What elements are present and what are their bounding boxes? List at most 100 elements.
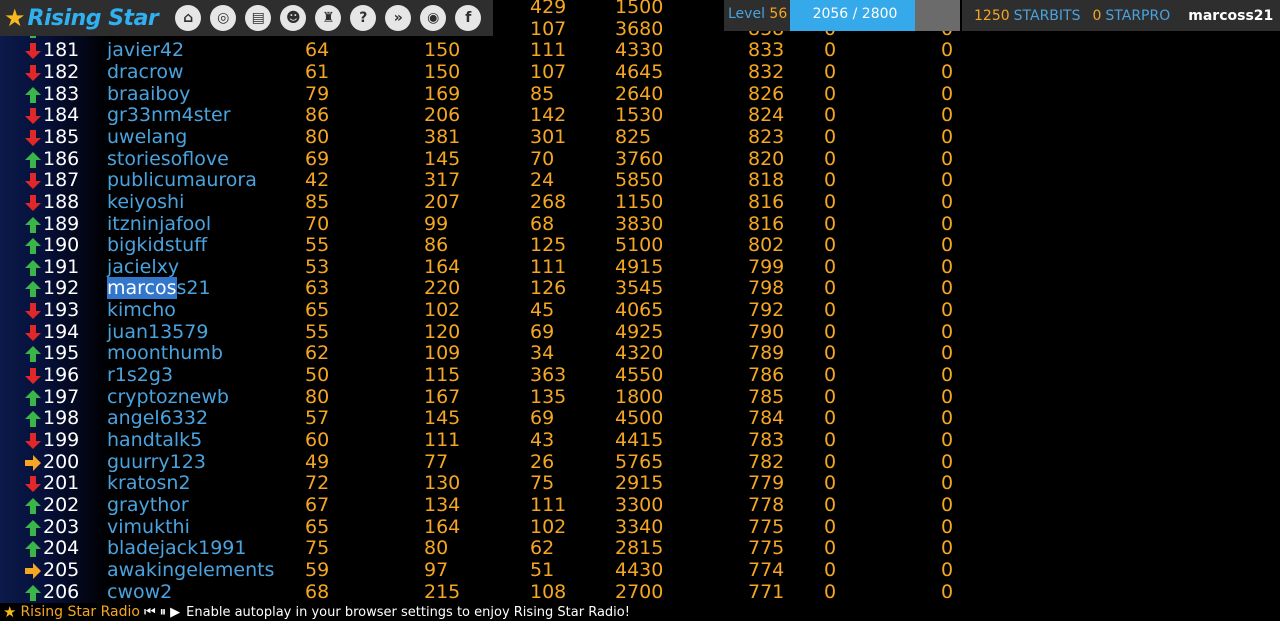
stat-c6: 0	[824, 169, 837, 192]
player-name[interactable]: juan13579	[107, 321, 208, 343]
stat-c4: 3760	[615, 147, 664, 170]
player-name[interactable]: itzninjafool	[107, 213, 211, 235]
player-name[interactable]: marcoss21	[107, 277, 211, 300]
username[interactable]: marcoss21	[1188, 8, 1273, 24]
stat-c6: 0	[824, 277, 837, 300]
stat-c6: 0	[824, 385, 837, 408]
player-name[interactable]: braaiboy	[107, 83, 190, 105]
star-logo-icon: ★	[4, 4, 26, 32]
starbits-label: STARBITS	[1013, 7, 1081, 24]
player-name[interactable]: dracrow	[107, 61, 184, 83]
stat-c7: 0	[941, 299, 954, 322]
rank-up-arrow-icon	[24, 237, 42, 255]
stat-c5: 816	[748, 212, 785, 235]
player-name[interactable]: gr33nm4ster	[107, 104, 231, 126]
player-name[interactable]: graythor	[107, 494, 189, 516]
table-row: 193 kimcho 65 102 45 4065 792 0 0	[0, 299, 1000, 321]
stat-c1: 64	[305, 39, 330, 62]
player-name[interactable]: javier42	[107, 39, 184, 61]
stat-c5: 784	[748, 407, 785, 430]
stat-c7: 0	[941, 472, 954, 495]
stat-c2: 145	[424, 407, 461, 430]
stat-c5: 833	[748, 39, 785, 62]
rank: 183	[43, 82, 80, 105]
table-row: 199 handtalk5 60 111 43 4415 783 0 0	[0, 429, 1000, 451]
player-name[interactable]: jacielxy	[107, 256, 179, 278]
stat-c2: 220	[424, 277, 461, 300]
player-name[interactable]: keiyoshi	[107, 191, 184, 213]
help-icon[interactable]: ?	[350, 5, 377, 31]
rank-up-arrow-icon	[24, 540, 42, 558]
stat-c3: 62	[530, 537, 555, 560]
top-nav: ★ Rising Star ⌂ ◎ ▤ ☻ ♜? » ◉ f	[0, 0, 493, 36]
stat-c4: 825	[615, 125, 652, 148]
rank: 205	[43, 558, 80, 581]
rank-down-arrow-icon	[24, 432, 42, 450]
stat-c4: 3340	[615, 515, 664, 538]
cards-icon[interactable]: ▤	[245, 5, 272, 31]
player-name[interactable]: guurry123	[107, 451, 206, 473]
player-name[interactable]: awakingelements	[107, 559, 274, 581]
player-name[interactable]: uwelang	[107, 126, 187, 148]
rank: 182	[43, 60, 80, 83]
player-name[interactable]: kimcho	[107, 299, 176, 321]
play-icon[interactable]: ▶	[170, 605, 180, 620]
rank-up-arrow-icon	[24, 216, 42, 234]
rank: 200	[43, 450, 80, 473]
table-row: 202 graythor 67 134 111 3300 778 0 0	[0, 494, 1000, 516]
logo[interactable]: ★ Rising Star	[4, 4, 159, 32]
stat-c5: 783	[748, 429, 785, 451]
player-name[interactable]: angel6332	[107, 407, 208, 429]
player-name[interactable]: moonthumb	[107, 342, 223, 364]
stat-c1: 67	[305, 493, 330, 516]
table-row: 190 bigkidstuff 55 86 125 5100 802 0 0	[0, 234, 1000, 256]
rank-up-arrow-icon	[24, 497, 42, 515]
stat-c4: 1530	[615, 104, 664, 127]
stat-c5: 826	[748, 82, 785, 105]
player-name[interactable]: kratosn2	[107, 472, 191, 494]
stat-c6: 0	[824, 429, 837, 451]
rank: 197	[43, 385, 80, 408]
home-icon[interactable]: ⌂	[175, 5, 202, 31]
stat-c1: 75	[305, 537, 330, 560]
player-name[interactable]: bigkidstuff	[107, 234, 207, 256]
game-icon[interactable]: ◎	[210, 5, 237, 31]
stat-c6: 0	[824, 234, 837, 257]
stat-c6: 0	[824, 39, 837, 62]
stat-c3: 34	[530, 342, 555, 365]
player-name[interactable]: vimukthi	[107, 516, 190, 538]
player-name[interactable]: cryptoznewb	[107, 386, 229, 408]
rank-down-arrow-icon	[24, 107, 42, 125]
player-name[interactable]: storiesoflove	[107, 148, 229, 170]
trophy-icon[interactable]: ♜	[315, 5, 342, 31]
logo-text: Rising Star	[27, 5, 159, 31]
discord-icon[interactable]: ◉	[420, 5, 447, 31]
stat-c2: 130	[424, 472, 461, 495]
nav-icons: ⌂ ◎ ▤ ☻ ♜? » ◉ f	[166, 5, 482, 31]
stat-c7: 0	[941, 277, 954, 300]
rank: 204	[43, 537, 80, 560]
radio-title[interactable]: Rising Star Radio	[20, 604, 140, 620]
pause-icon[interactable]: ⏸	[160, 605, 167, 620]
player-name[interactable]: bladejack1991	[107, 537, 246, 559]
player-name[interactable]: handtalk5	[107, 429, 202, 451]
rank-down-arrow-icon	[24, 194, 42, 212]
stat-c7: 0	[941, 60, 954, 83]
player-name[interactable]: r1s2g3	[107, 364, 173, 386]
player-name[interactable]: publicumaurora	[107, 169, 257, 191]
rank: 201	[43, 472, 80, 495]
xp-text: 2056 / 2800	[812, 6, 898, 22]
selected-text: marcos	[107, 277, 177, 300]
stat-c4: 4415	[615, 429, 664, 451]
stat-c6: 0	[824, 364, 837, 387]
fighter-icon[interactable]: ☻	[280, 5, 307, 31]
stat-c1: 55	[305, 320, 330, 343]
rank-up-arrow-icon	[24, 410, 42, 428]
stat-c7: 0	[941, 558, 954, 581]
hive-icon[interactable]: »	[385, 5, 412, 31]
player-name[interactable]: cwow2	[107, 581, 172, 603]
table-row: 191 jacielxy 53 164 111 4915 799 0 0	[0, 256, 1000, 278]
rank-down-arrow-icon	[24, 64, 42, 82]
prev-icon[interactable]: ⏮	[144, 605, 156, 620]
facebook-icon[interactable]: f	[455, 5, 482, 31]
